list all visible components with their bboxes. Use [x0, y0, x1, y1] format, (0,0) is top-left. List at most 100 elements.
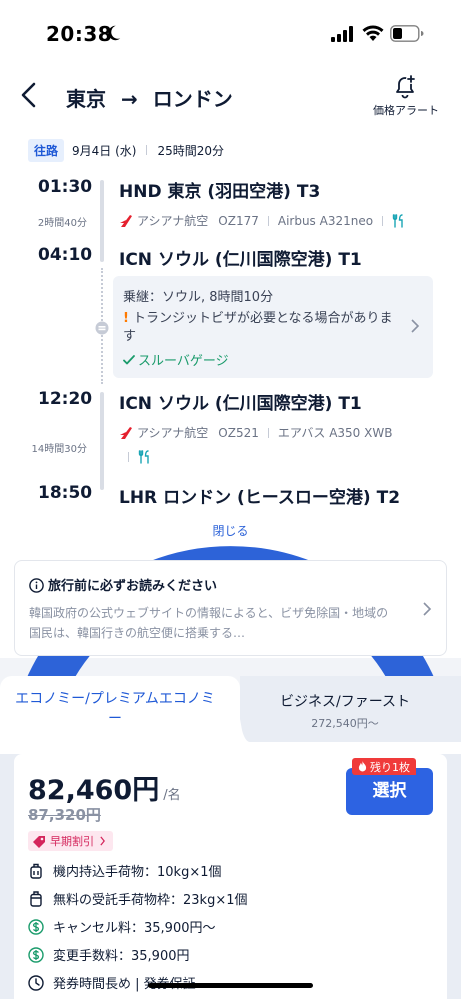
direction-badge: 往路 [28, 138, 65, 162]
transit-visa-warning: ! トランジットビザが必要となる場合があります [123, 310, 403, 346]
through-baggage-label: スルーバゲージ [138, 354, 229, 369]
fire-icon [358, 761, 367, 772]
feature-checked-bag: 無料の受託手荷物枠：23kg×1個 [28, 889, 248, 908]
transfer-info-card[interactable]: 乗継：ソウル, 8時間10分 ! トランジットビザが必要となる場合があります スル… [113, 276, 433, 378]
fare-price: 82,460円/名 [28, 768, 181, 807]
price-alert-label: 価格アラート [373, 104, 439, 117]
price-unit: /名 [163, 788, 181, 803]
cellular-signal-icon [331, 26, 353, 42]
price-value: 82,460円 [28, 775, 160, 806]
arrival-time: 18:50 [38, 483, 93, 503]
itinerary-card: 往路 9月4日 (水) 25時間20分 01:30 HND 東京 (羽田空港) … [0, 128, 461, 993]
flight-duration: 2時間40分 [37, 218, 87, 229]
timeline-line [100, 392, 104, 490]
notice-body: 韓国政府の公式ウェブサイトの情報によると、ビザ免除国・地域の国民は、韓国行きの航… [29, 606, 389, 640]
notice-title: 旅行前に必ずお読みください [29, 575, 217, 594]
tab-price: 272,540円〜 [311, 717, 379, 730]
total-duration: 25時間20分 [157, 143, 225, 158]
tab-joiner [0, 742, 461, 754]
transfer-title: 乗継：ソウル, 8時間10分 [123, 290, 274, 305]
meal-icon [138, 450, 149, 464]
route-title: 東京 → ロンドン [66, 83, 233, 112]
price-alert-button[interactable]: 価格アラート [368, 72, 444, 120]
home-indicator[interactable] [148, 983, 313, 988]
airline-name: アシアナ航空 [137, 426, 209, 440]
feature-carry-on: 機内持込手荷物：10kg×1個 [28, 861, 222, 880]
departure-time: 01:30 [38, 177, 93, 197]
tag-icon [33, 835, 45, 848]
seats-remaining-label: 残り1枚 [370, 760, 410, 774]
feature-text: 無料の受託手荷物枠：23kg×1個 [53, 893, 248, 908]
seats-remaining-badge: 残り1枚 [352, 758, 416, 775]
carry-on-bag-icon [30, 863, 42, 879]
divider [267, 427, 269, 438]
early-discount-label: 早期割引 [50, 835, 94, 848]
battery-icon [390, 25, 424, 42]
aircraft-type: Airbus A321neo [277, 213, 374, 228]
layover-clock-icon [95, 321, 109, 335]
divider [267, 215, 269, 226]
travel-date: 9月4日 (水) [72, 143, 137, 158]
flight-info: アシアナ航空 OZ177 Airbus A321neo [119, 212, 406, 229]
feature-text: 機内持込手荷物：10kg×1個 [53, 865, 222, 880]
divider [382, 215, 384, 226]
app-header: 東京 → ロンドン 価格アラート [0, 66, 461, 128]
tab-economy[interactable]: エコノミー/プレミアムエコノミー [0, 676, 240, 742]
departure-airport: ICN ソウル (仁川国際空港) T1 [119, 394, 362, 414]
dollar-circle-icon [28, 946, 44, 963]
arrival-airport: ICN ソウル (仁川国際空港) T1 [119, 250, 362, 270]
chevron-right-icon [411, 319, 420, 333]
travel-notice-card[interactable]: 旅行前に必ずお読みください 韓国政府の公式ウェブサイトの情報によると、ビザ免除国… [14, 560, 447, 656]
fare-card: 82,460円/名 87,320円 早期割引 選択 残り1枚 機内持込手荷物：1… [14, 754, 447, 999]
meal-icon [392, 213, 403, 228]
aircraft-type: エアバス A350 XWB [277, 426, 393, 440]
origin-city: 東京 [66, 87, 106, 111]
chevron-right-icon [423, 602, 432, 616]
destination-city: ロンドン [152, 87, 233, 111]
feature-change-fee: 変更手数料：35,900円 [28, 945, 190, 964]
warning-icon: ! [123, 311, 129, 326]
tab-label: エコノミー/プレミアムエコノミー [15, 691, 215, 727]
fare-section: 82,460円/名 87,320円 早期割引 選択 残り1枚 機内持込手荷物：1… [0, 742, 461, 999]
back-arrow-icon[interactable] [14, 80, 44, 110]
asiana-logo-icon [120, 426, 132, 439]
arrival-time: 04:10 [38, 245, 93, 265]
info-icon [29, 578, 44, 593]
asiana-logo-icon [120, 214, 132, 227]
itinerary-summary: 往路 9月4日 (水) 25時間20分 [28, 138, 225, 162]
collapse-label: 閉じる [212, 524, 249, 538]
clock-icon [28, 974, 44, 991]
original-price: 87,320円 [28, 806, 101, 824]
chevron-right-icon [100, 836, 105, 846]
moon-icon [108, 25, 121, 41]
feature-text: 変更手数料：35,900円 [53, 949, 190, 964]
tab-label: ビジネス/ファースト [279, 694, 411, 710]
feature-text: キャンセル料：35,900円〜 [53, 921, 216, 936]
status-time: 20:38 [46, 22, 113, 46]
tab-business-first[interactable]: ビジネス/ファースト 272,540円〜 [240, 676, 461, 742]
cabin-class-tabs: ビジネス/ファースト 272,540円〜 エコノミー/プレミアムエコノミー [0, 676, 461, 742]
arrival-airport: LHR ロンドン (ヒースロー空港) T2 [119, 488, 401, 508]
checked-bag-icon [30, 890, 42, 907]
flight-number: OZ521 [218, 425, 259, 440]
feature-cancellation: キャンセル料：35,900円〜 [28, 917, 216, 936]
departure-airport: HND 東京 (羽田空港) T3 [119, 182, 321, 202]
through-baggage: スルーバゲージ [123, 350, 229, 369]
dollar-circle-icon [28, 918, 44, 935]
departure-time: 12:20 [38, 389, 93, 409]
divider [128, 452, 129, 462]
flight-info: アシアナ航空 OZ521 エアバス A350 XWB [119, 424, 392, 441]
warning-text: トランジットビザが必要となる場合があります [123, 311, 393, 344]
wifi-icon [362, 25, 384, 41]
status-bar: 20:38 [0, 0, 461, 66]
divider [146, 145, 148, 155]
bell-plus-icon [396, 74, 416, 99]
early-discount-badge[interactable]: 早期割引 [28, 831, 113, 851]
airline-name: アシアナ航空 [137, 214, 209, 228]
notice-title-text: 旅行前に必ずお読みください [48, 579, 218, 594]
select-button[interactable]: 選択 [346, 768, 433, 815]
route-arrow: → [120, 87, 138, 111]
flight-number: OZ177 [218, 213, 259, 228]
timeline-line [100, 180, 104, 262]
flight-amenities [119, 450, 152, 464]
